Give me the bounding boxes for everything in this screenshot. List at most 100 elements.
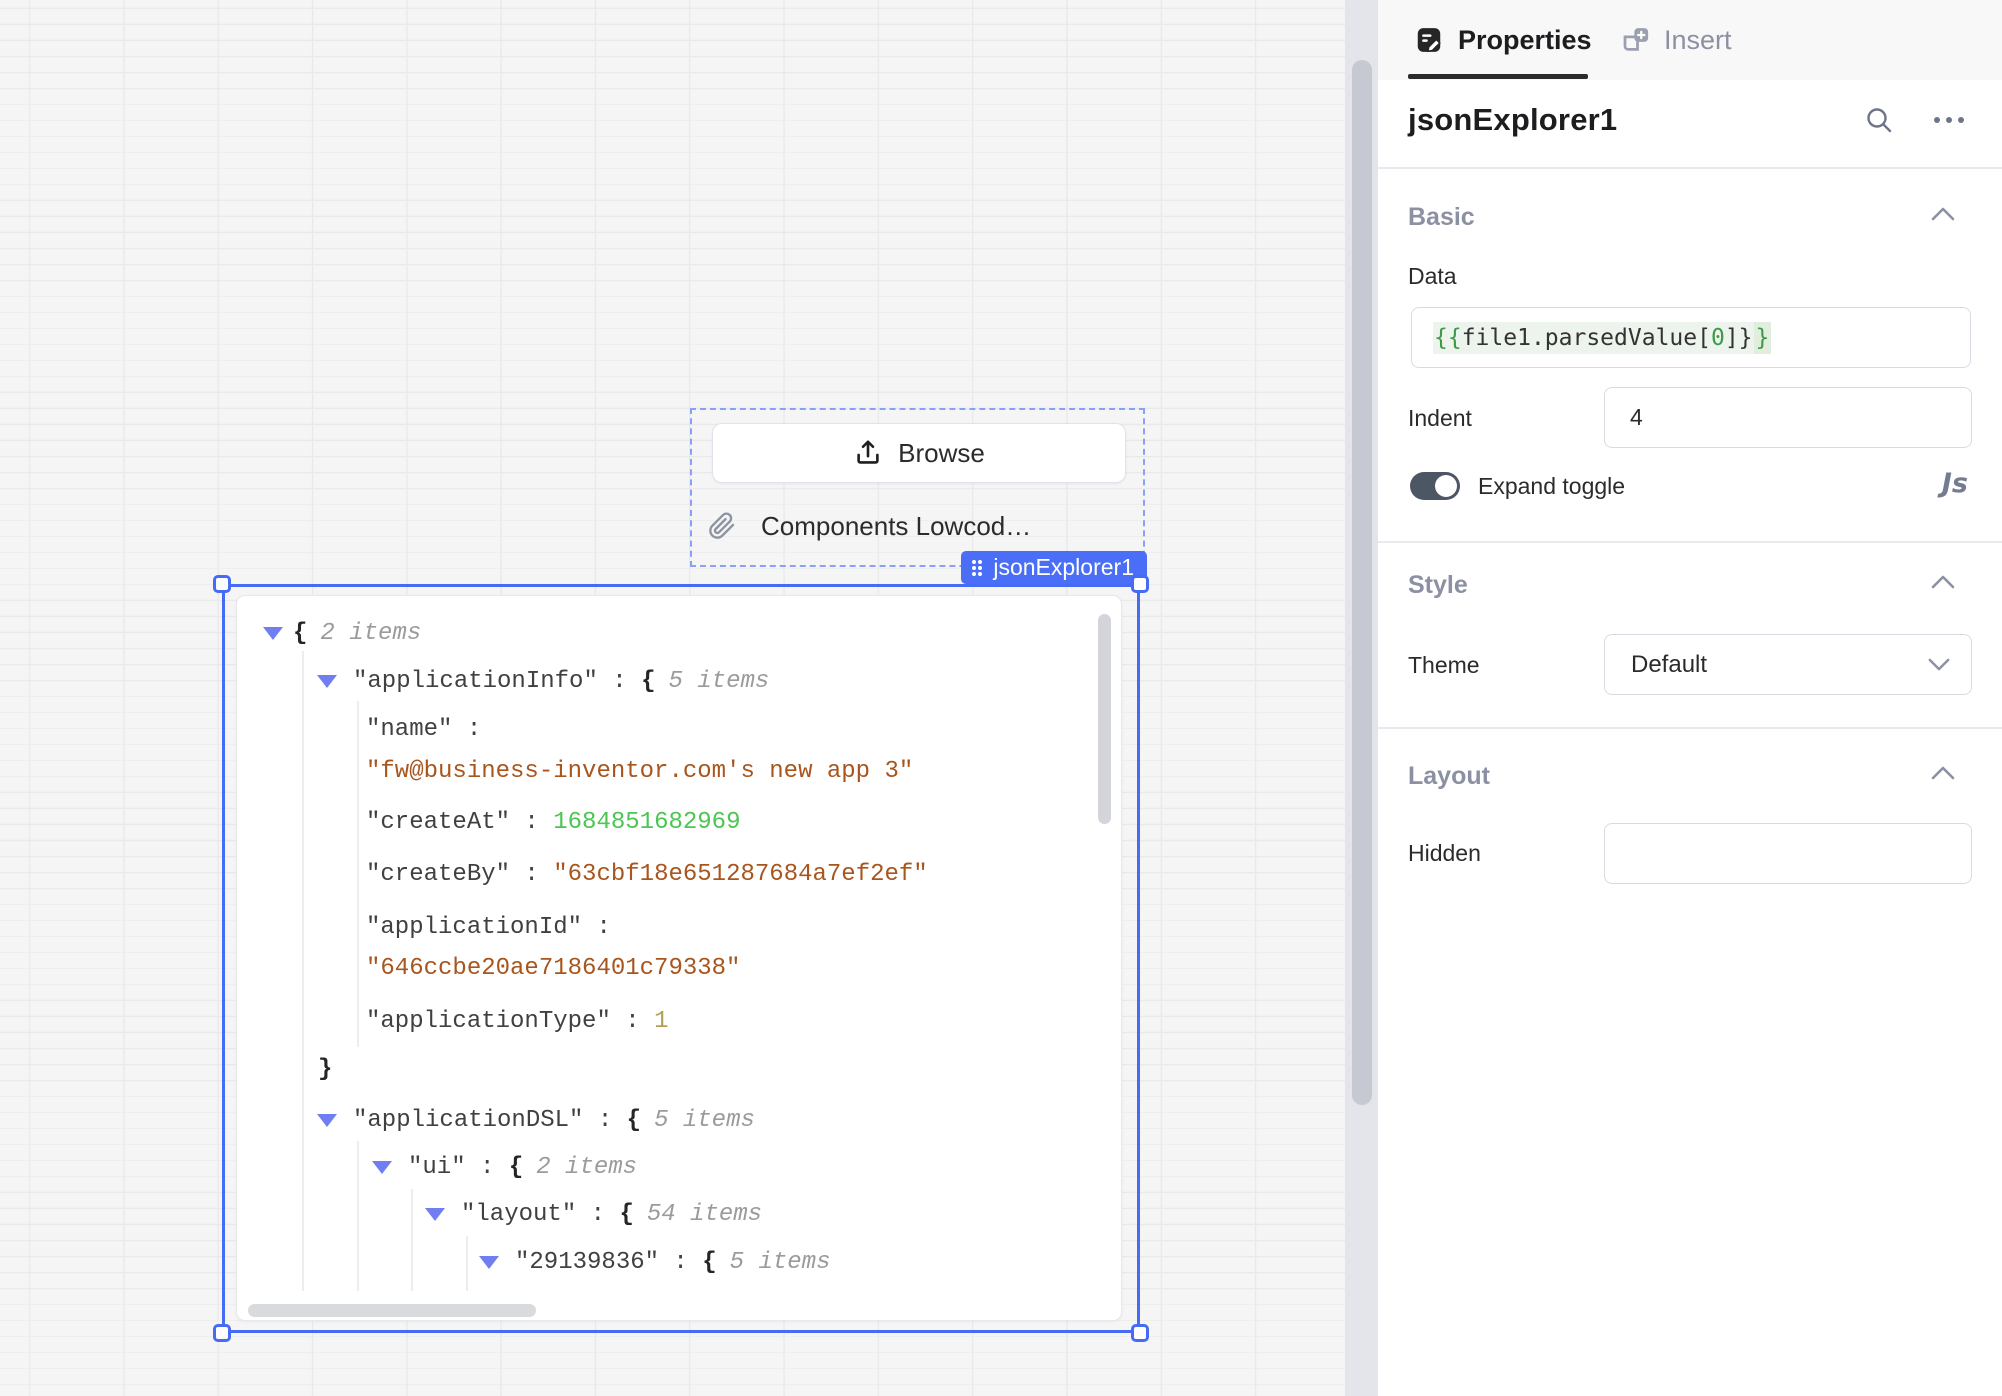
collapse-style-button[interactable] <box>1930 574 1960 598</box>
json-token-string: "63cbf18e651287684a7ef2ef" <box>553 861 927 888</box>
ellipsis-icon <box>1932 115 1966 125</box>
expand-toggle-label: Expand toggle <box>1478 473 1625 500</box>
json-token-key: "applicationDSL" <box>353 1107 583 1134</box>
data-input[interactable]: {{file1.parsedValue[0]}} <box>1411 307 1971 368</box>
json-token-brace: { <box>509 1154 523 1181</box>
tab-properties[interactable]: Properties <box>1414 0 1592 80</box>
tab-properties-label: Properties <box>1458 25 1592 56</box>
file-upload-component[interactable]: Browse Components Lowcod… <box>690 408 1145 567</box>
json-row: "layout" : {54 items <box>461 1199 762 1231</box>
json-token-sep: : <box>452 716 481 743</box>
theme-select[interactable]: Default <box>1604 634 1972 695</box>
json-token-items: 2 items <box>536 1154 637 1181</box>
browse-button[interactable]: Browse <box>712 423 1126 483</box>
resize-handle-bottom-left[interactable] <box>213 1324 231 1342</box>
resize-handle-top-right[interactable] <box>1131 575 1149 593</box>
component-name-badge[interactable]: jsonExplorer1 <box>961 551 1147 584</box>
editor-canvas[interactable]: Browse Components Lowcod… jsonExplorer1 <box>0 0 1345 1396</box>
js-code-button[interactable]: Js <box>1918 468 1968 504</box>
json-token-key: "ui" <box>408 1154 466 1181</box>
upload-icon <box>853 438 883 468</box>
tab-insert-label: Insert <box>1664 25 1732 56</box>
indent-input[interactable] <box>1604 387 1972 448</box>
json-token-sep: : <box>582 914 611 941</box>
theme-field-label: Theme <box>1408 652 1480 679</box>
json-token-sep: : <box>510 809 553 836</box>
expander-triangle-icon[interactable] <box>317 1114 337 1127</box>
uploaded-file-item[interactable]: Components Lowcod… <box>708 506 1128 546</box>
json-row: "applicationType" : 1 <box>366 1006 668 1038</box>
panel-divider <box>1345 0 1378 1396</box>
hidden-input[interactable] <box>1604 823 1972 884</box>
json-token-items: 54 items <box>647 1201 762 1228</box>
drag-handle-icon[interactable] <box>970 558 984 578</box>
json-token-key: "createAt" <box>366 809 510 836</box>
indent-guide <box>302 651 304 1291</box>
json-token-items: 5 items <box>668 668 769 695</box>
search-icon <box>1863 104 1895 136</box>
section-layout-title: Layout <box>1408 762 1490 791</box>
json-token-sep: : <box>583 1107 626 1134</box>
json-token-brace: { <box>627 1107 641 1134</box>
toggle-knob <box>1435 475 1457 497</box>
json-row: "name" : <box>366 714 481 746</box>
json-row: "applicationDSL" : {5 items <box>353 1105 755 1137</box>
resize-handle-bottom-right[interactable] <box>1131 1324 1149 1342</box>
json-token-brace: { <box>702 1249 716 1276</box>
json-explorer-component[interactable]: {2 items "applicationInfo" : {5 items "nam… <box>236 595 1122 1321</box>
json-token-items: 2 items <box>320 620 421 647</box>
chevron-up-icon <box>1930 765 1956 781</box>
more-actions-button[interactable] <box>1929 96 1969 144</box>
expand-toggle-switch[interactable] <box>1410 472 1460 500</box>
section-basic-title: Basic <box>1408 203 1475 232</box>
insert-icon <box>1620 25 1650 55</box>
json-token-key: "applicationType" <box>366 1008 611 1035</box>
json-token-brace: } <box>318 1056 332 1083</box>
component-badge-label: jsonExplorer1 <box>993 554 1134 581</box>
app-window: Browse Components Lowcod… jsonExplorer1 <box>0 0 2002 1396</box>
json-row: "applicationInfo" : {5 items <box>353 666 769 698</box>
indent-guide <box>411 1189 413 1291</box>
json-token-sep: : <box>659 1249 702 1276</box>
json-token-items: 5 items <box>654 1107 755 1134</box>
json-row: "ui" : {2 items <box>408 1152 637 1184</box>
canvas-scrollbar[interactable] <box>1352 60 1372 1105</box>
json-row: "29139836" : {5 items <box>515 1247 830 1279</box>
json-row: } <box>318 1054 332 1086</box>
collapse-layout-button[interactable] <box>1930 765 1960 789</box>
json-vertical-scrollbar[interactable] <box>1098 614 1111 824</box>
json-token-items: 5 items <box>730 1249 831 1276</box>
paperclip-icon <box>708 512 736 540</box>
expander-triangle-icon[interactable] <box>317 675 337 688</box>
expander-triangle-icon[interactable] <box>263 627 283 640</box>
panel-tabbar: Properties Insert <box>1378 0 2002 80</box>
section-divider <box>1378 167 2002 169</box>
json-token-brace: { <box>619 1201 633 1228</box>
json-token-brace: { <box>293 620 307 647</box>
resize-handle-top-left[interactable] <box>213 575 231 593</box>
json-token-key: "applicationInfo" <box>353 668 598 695</box>
json-token-sep: : <box>598 668 641 695</box>
json-token-string: "fw@business-inventor.com's new app 3" <box>366 758 913 785</box>
json-row: "createAt" : 1684851682969 <box>366 807 740 839</box>
indent-field-label: Indent <box>1408 405 1472 432</box>
chevron-up-icon <box>1930 574 1956 590</box>
json-token-key: "layout" <box>461 1201 576 1228</box>
section-divider <box>1378 727 2002 729</box>
json-row: "applicationId" : <box>366 912 611 944</box>
expander-triangle-icon[interactable] <box>372 1161 392 1174</box>
expander-triangle-icon[interactable] <box>479 1256 499 1269</box>
tab-insert[interactable]: Insert <box>1620 0 1732 80</box>
indent-guide <box>357 701 359 1047</box>
search-button[interactable] <box>1859 96 1899 144</box>
section-divider <box>1378 541 2002 543</box>
collapse-basic-button[interactable] <box>1930 206 1960 230</box>
expander-triangle-icon[interactable] <box>425 1208 445 1221</box>
json-token-sep: : <box>466 1154 509 1181</box>
browse-button-label: Browse <box>898 438 985 469</box>
json-token-brace: { <box>641 668 655 695</box>
json-row: "createBy" : "63cbf18e651287684a7ef2ef" <box>366 859 928 891</box>
uploaded-file-name: Components Lowcod… <box>761 511 1031 542</box>
json-horizontal-scrollbar[interactable] <box>248 1304 536 1317</box>
indent-guide <box>466 1236 468 1291</box>
